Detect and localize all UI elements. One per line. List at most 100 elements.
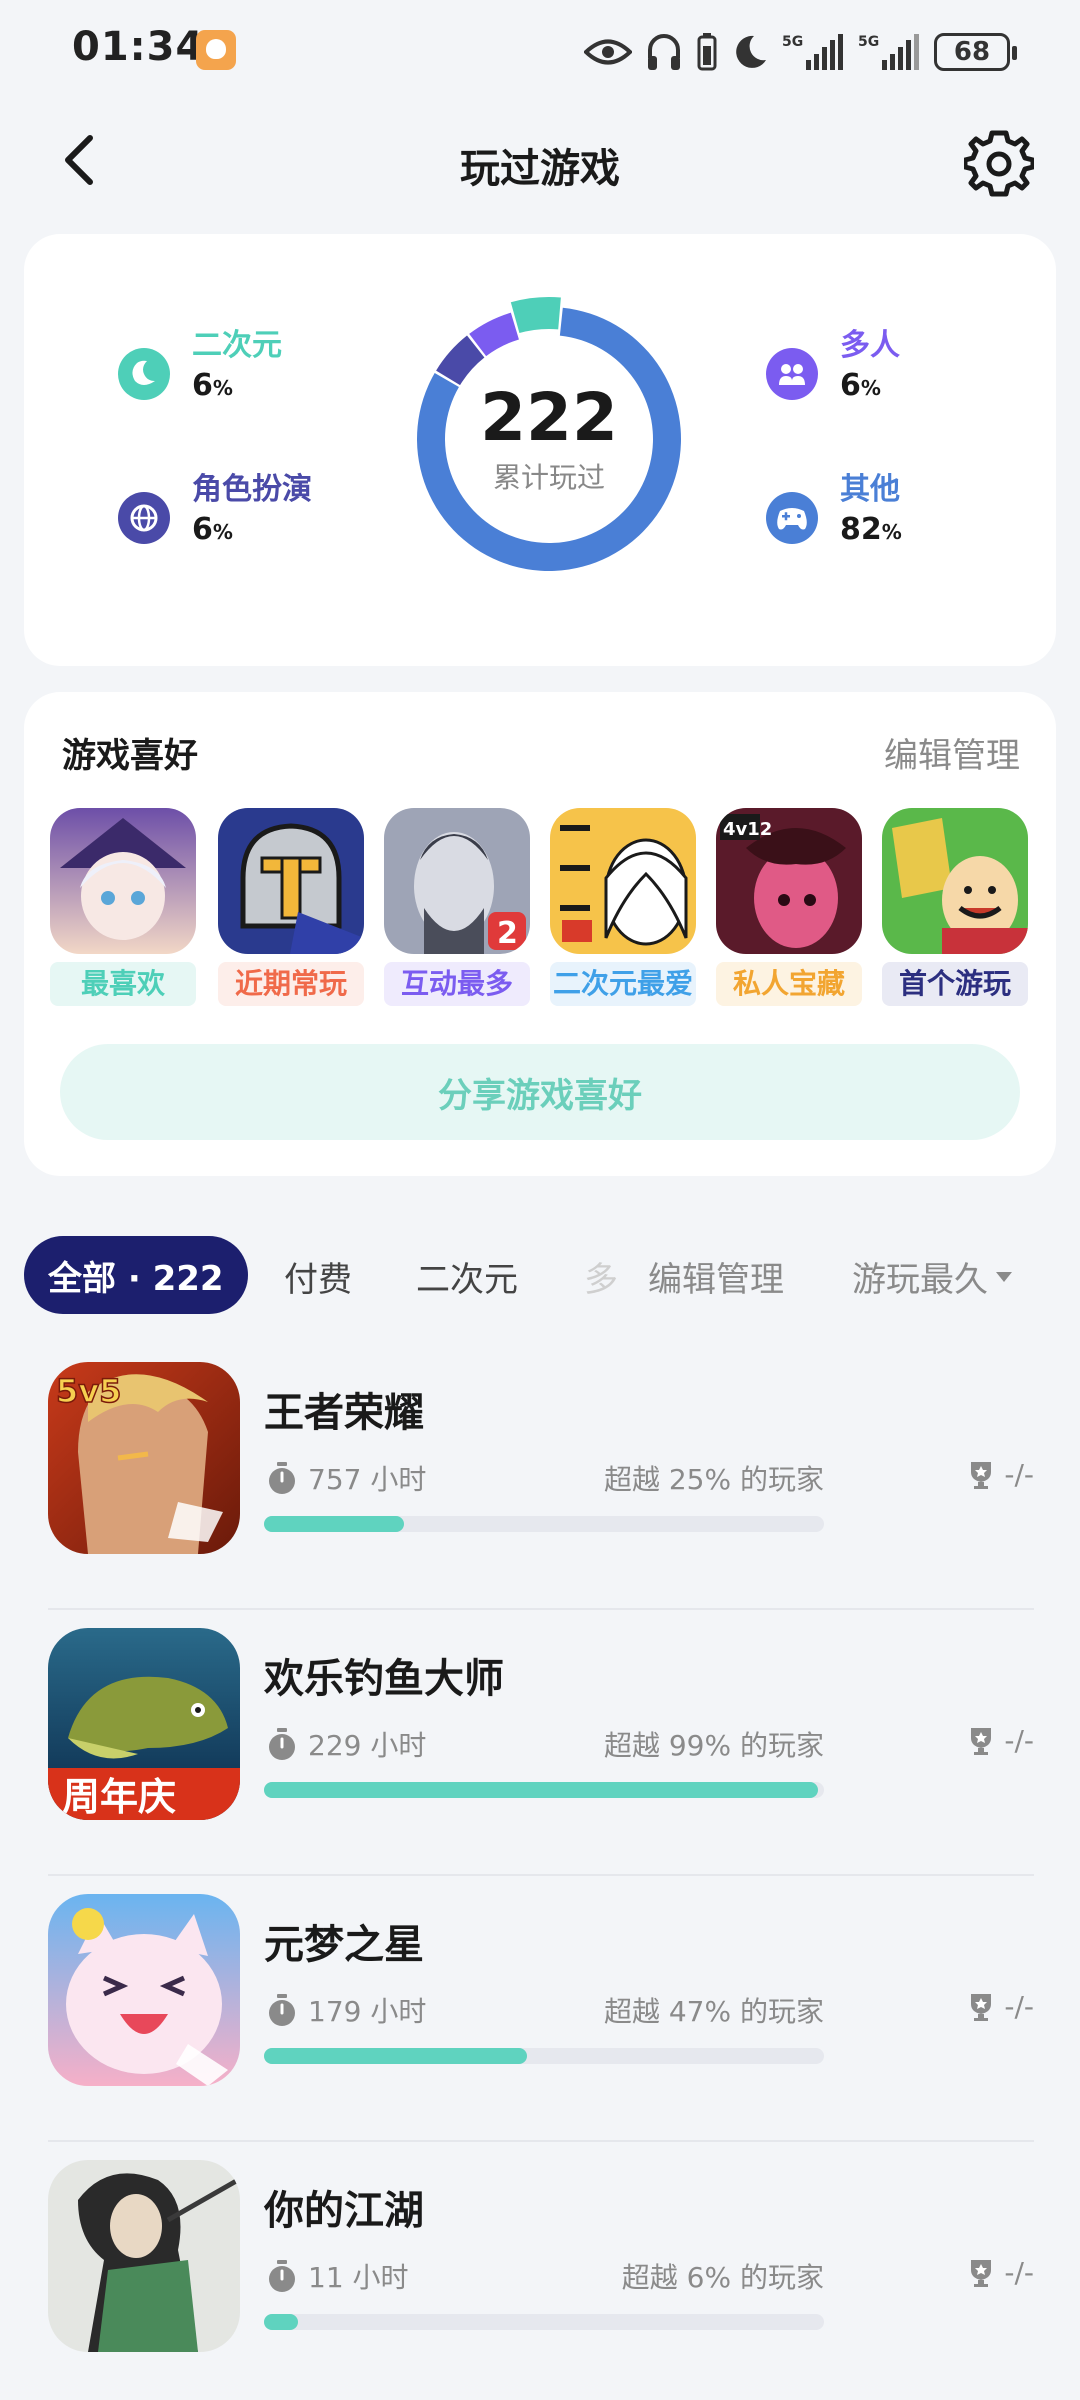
pct-unit: % [212, 376, 233, 400]
category-other[interactable]: 其他 82% [766, 470, 902, 552]
played-total: 222 [480, 379, 618, 456]
battery-small-icon [697, 33, 717, 71]
trophy-stat[interactable]: -/- [968, 1458, 1034, 1491]
trophy-stat[interactable]: -/- [968, 1990, 1034, 2023]
trophy-icon [971, 1727, 992, 1755]
app-notification-icon [196, 30, 236, 70]
game-icon: 2 [384, 808, 530, 954]
net-label-2: 5G [858, 34, 879, 50]
game-icon [48, 2160, 240, 2352]
moon-icon [736, 35, 766, 68]
net-label-1: 5G [782, 34, 803, 50]
preference-anime-favorite[interactable]: 二次元最爱 [550, 808, 696, 1008]
category-name: 其他 [840, 472, 900, 507]
list-item[interactable]: 你的江湖 11 小时 超越 6% 的玩家 -/- [48, 2142, 1034, 2400]
game-icon: 4v12 [716, 808, 862, 954]
percentile-bar-fill [264, 2048, 528, 2064]
play-hours: 179 小时 [308, 1995, 427, 2028]
donut-center: 222 累计玩过 [404, 294, 694, 584]
preference-recent[interactable]: 近期常玩 [218, 808, 364, 1008]
percentile-text: 超越 47% 的玩家 [603, 1995, 824, 2028]
trophy-value: -/- [1004, 2256, 1034, 2289]
pct-unit: % [860, 376, 881, 400]
pct-value: 6 [192, 368, 213, 403]
game-icon: 5v5 [48, 1362, 240, 1554]
preference-interaction[interactable]: 2 互动最多 [384, 808, 530, 1008]
play-summary-card: 二次元 6% 角色扮演 6% 多人 6% 其他 82% 222 累计玩过 [24, 234, 1056, 666]
preference-private-treasure[interactable]: 4v12 私人宝藏 [716, 808, 862, 1008]
trophy-icon [971, 1461, 992, 1489]
preference-tag: 最喜欢 [50, 962, 196, 1006]
game-icon [550, 808, 696, 954]
percentile-bar [264, 1516, 824, 1532]
category-anime[interactable]: 二次元 6% [118, 326, 282, 408]
preference-tag: 互动最多 [384, 962, 530, 1006]
pct-value: 82 [840, 512, 882, 547]
list-item[interactable]: 5v5 王者荣耀 757 小时 超越 25% 的玩家 -/- [48, 1344, 1034, 1610]
headphones-icon [648, 34, 680, 70]
category-pct: 6% [192, 510, 312, 552]
percentile-bar-fill [264, 1782, 819, 1798]
status-time: 01:34 [72, 24, 205, 70]
game-list: 5v5 王者荣耀 757 小时 超越 25% 的玩家 -/- 周年庆 欢乐钓鱼大… [48, 1344, 1034, 2400]
tab-anime[interactable]: 二次元 [416, 1252, 518, 1301]
battery-level: 68 [953, 37, 991, 67]
filters-edit-link[interactable]: 编辑管理 [648, 1252, 784, 1301]
preferences-edit-link[interactable]: 编辑管理 [884, 728, 1020, 777]
stopwatch-icon [269, 2260, 295, 2292]
tab-paid[interactable]: 付费 [284, 1252, 352, 1301]
percentile-bar-fill [264, 2314, 298, 2330]
trophy-stat[interactable]: -/- [968, 2256, 1034, 2289]
trophy-value: -/- [1004, 1458, 1034, 1491]
play-hours: 757 小时 [308, 1463, 427, 1496]
share-preferences-button[interactable]: 分享游戏喜好 [60, 1044, 1020, 1140]
game-icon: 周年庆 [48, 1628, 240, 1820]
list-item[interactable]: 周年庆 欢乐钓鱼大师 229 小时 超越 99% 的玩家 -/- [48, 1610, 1034, 1876]
page-title: 玩过游戏 [460, 146, 620, 192]
game-preferences-card: 游戏喜好 编辑管理 最喜欢 近期常玩 2 互动最多 二次元最爱 4v12 私人宝… [24, 692, 1056, 1176]
list-item[interactable]: 元梦之星 179 小时 超越 47% 的玩家 -/- [48, 1876, 1034, 2142]
game-name: 你的江湖 [264, 2188, 424, 2234]
percentile-text: 超越 25% 的玩家 [603, 1463, 824, 1496]
signal-5g-icon: 5G [782, 34, 843, 70]
pct-unit: % [881, 520, 902, 544]
category-rpg[interactable]: 角色扮演 6% [118, 470, 312, 552]
preference-favorite[interactable]: 最喜欢 [50, 808, 196, 1008]
status-icons: 5G 5G 68 [584, 28, 1017, 76]
play-time: 11 小时 [266, 2256, 409, 2296]
category-donut-chart: 222 累计玩过 [404, 294, 694, 584]
preference-tag: 私人宝藏 [716, 962, 862, 1006]
game-icon [218, 808, 364, 954]
gamepad-icon [766, 492, 818, 544]
sort-dropdown[interactable]: 游玩最久 [852, 1252, 1012, 1301]
tab-multiplayer[interactable]: 多 [584, 1252, 618, 1301]
chevron-down-icon [996, 1271, 1012, 1282]
percentile-bar [264, 1782, 824, 1798]
status-bar: 01:34 5G 5G 68 [0, 0, 1080, 100]
game-name: 王者荣耀 [264, 1390, 424, 1436]
gear-icon[interactable] [964, 128, 1034, 198]
category-multiplayer[interactable]: 多人 6% [766, 326, 900, 408]
preferences-title: 游戏喜好 [62, 736, 198, 776]
pct-unit: % [212, 520, 233, 544]
percentile-bar [264, 2048, 824, 2064]
tab-all[interactable]: 全部 · 222 [24, 1236, 248, 1314]
stopwatch-icon [269, 1728, 295, 1760]
preference-first-played[interactable]: 首个游玩 [882, 808, 1028, 1008]
game-icon [882, 808, 1028, 954]
game-name: 欢乐钓鱼大师 [264, 1656, 504, 1702]
stopwatch-icon [269, 1994, 295, 2026]
percentile-bar [264, 2314, 824, 2330]
trophy-stat[interactable]: -/- [968, 1724, 1034, 1757]
nav-header: 玩过游戏 [0, 110, 1080, 210]
signal-5g-icon-2: 5G [858, 34, 919, 70]
preference-tag: 二次元最爱 [550, 962, 696, 1006]
trophy-icon [971, 2259, 992, 2287]
sort-label: 游玩最久 [852, 1260, 988, 1300]
pct-value: 6 [192, 512, 213, 547]
play-time: 179 小时 [266, 1990, 426, 2030]
category-pct: 6% [192, 366, 282, 408]
play-hours: 11 小时 [308, 2261, 409, 2294]
play-time: 229 小时 [266, 1724, 426, 1764]
play-hours: 229 小时 [308, 1729, 427, 1762]
